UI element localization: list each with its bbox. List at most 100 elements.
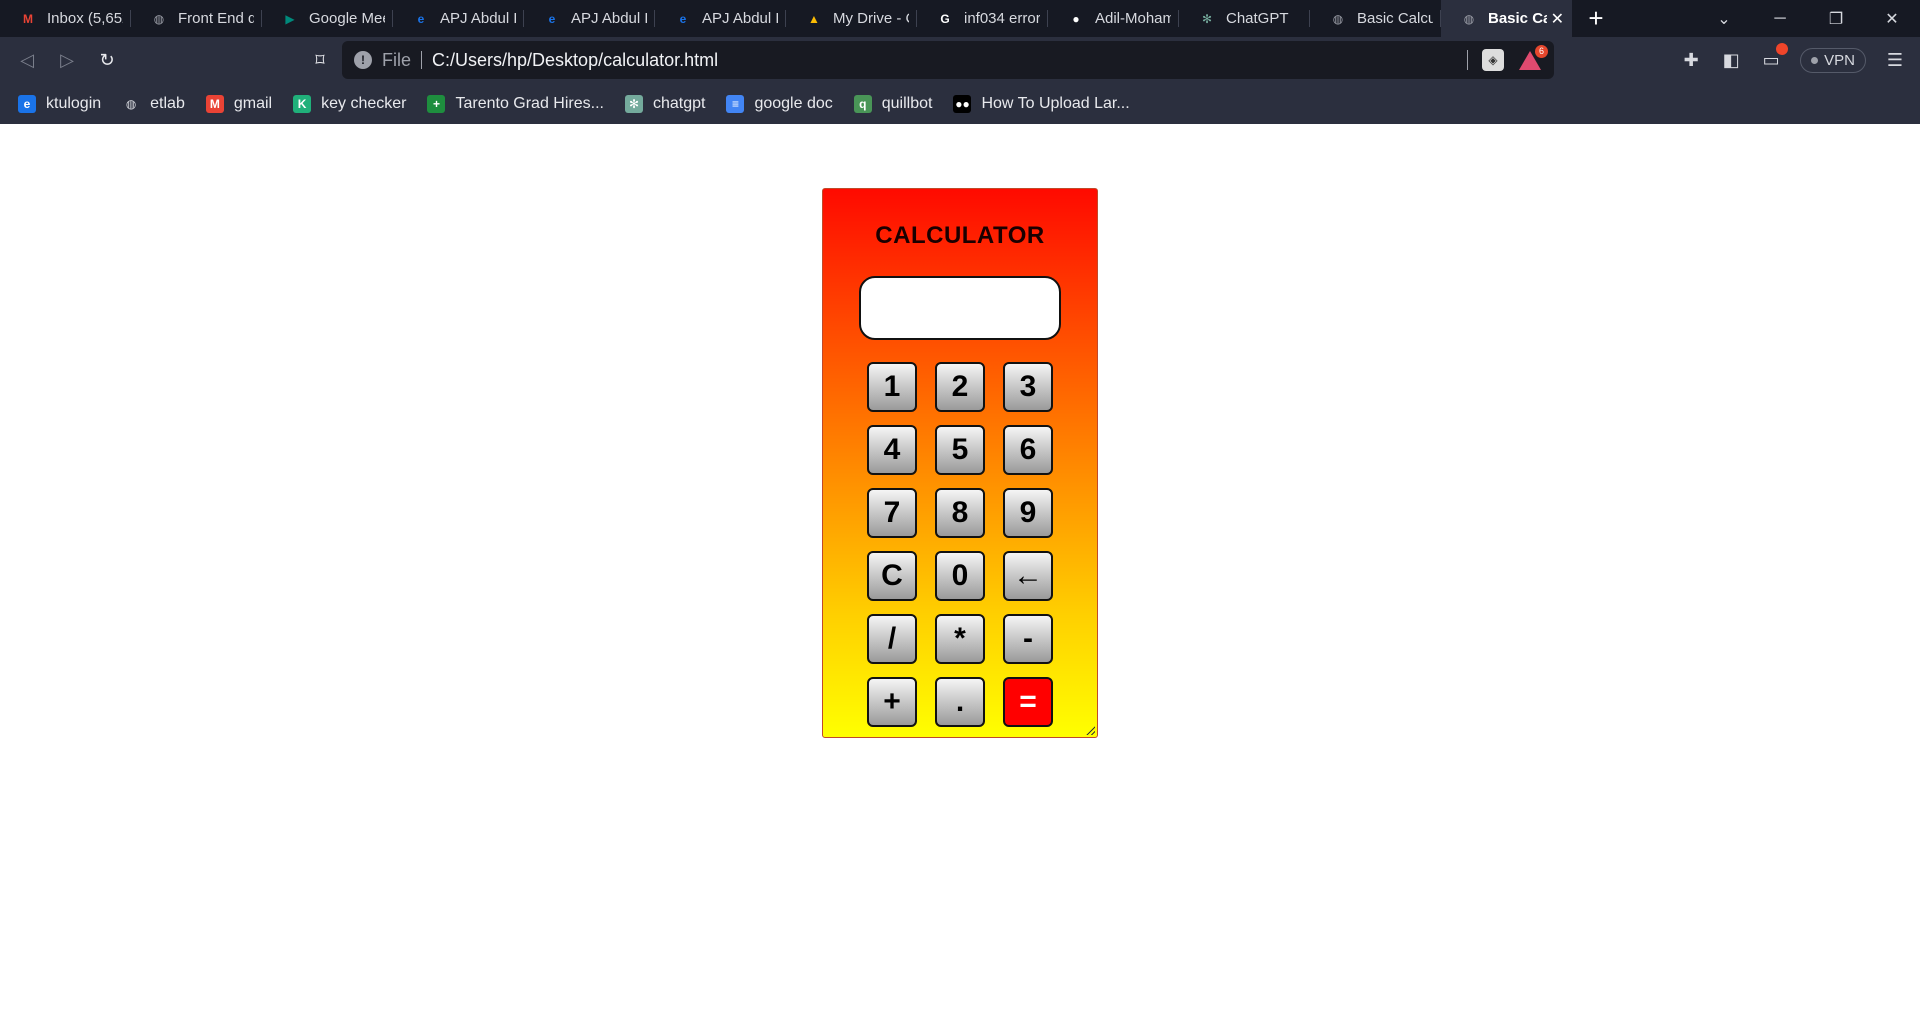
key-digit-3-button[interactable]: 3 xyxy=(1003,362,1053,412)
tabs-container: M Inbox (5,652 ◍ Front End de ▶ Google Mee e AP… xyxy=(0,0,1572,37)
brave-shields-icon[interactable]: ◈ xyxy=(1482,49,1504,71)
tab[interactable]: Ginf034 error xyxy=(917,0,1048,37)
key-digit-8-button[interactable]: 8 xyxy=(935,488,985,538)
new-tab-button[interactable]: + xyxy=(1572,0,1620,37)
tab[interactable]: ✻ ChatGPT xyxy=(1179,0,1310,37)
ktu-icon: e xyxy=(18,94,36,113)
key-equals-button[interactable]: = xyxy=(1003,677,1053,727)
resize-handle-icon[interactable] xyxy=(1086,726,1095,735)
tab[interactable]: ▲ My Drive - C xyxy=(786,0,917,37)
tab[interactable]: ▶ Google Mee xyxy=(262,0,393,37)
chatgpt-icon: ✻ xyxy=(624,94,643,113)
key-clear-button[interactable]: C xyxy=(867,551,917,601)
bookmark-item[interactable]: e ktulogin xyxy=(18,94,102,113)
bookmark-label: ktulogin xyxy=(46,94,102,112)
chatgpt-icon: ✻ xyxy=(1201,11,1213,26)
tab-title: Basic Calcula xyxy=(1357,10,1433,27)
forward-button[interactable]: ▷ xyxy=(47,40,87,80)
bookmark-label: quillbot xyxy=(881,94,933,112)
tab-title: My Drive - C xyxy=(833,10,909,27)
bookmark-item[interactable]: ≡ google doc xyxy=(726,94,833,113)
key-digit-1-button[interactable]: 1 xyxy=(867,362,917,412)
window-controls: ⌄ ─ ❐ ✕ xyxy=(1696,0,1920,37)
bookmark-item[interactable]: q quillbot xyxy=(853,94,933,113)
tab-title: APJ Abdul K xyxy=(702,10,778,27)
key-backspace-button[interactable]: ← xyxy=(1003,551,1053,601)
tab-search-chevron-icon[interactable]: ⌄ xyxy=(1696,0,1752,37)
tab[interactable]: e APJ Abdul K xyxy=(393,0,524,37)
wallet-icon[interactable]: ▭ xyxy=(1760,43,1789,71)
calculator-display[interactable] xyxy=(859,276,1061,340)
tab[interactable]: M Inbox (5,652 xyxy=(0,0,131,37)
bookmark-item[interactable]: Kkey checker xyxy=(293,94,407,113)
bookmark-label: Tarento Grad Hires... xyxy=(455,94,604,112)
menu-hamburger-icon[interactable]: ☰ xyxy=(1884,49,1906,71)
bookmark-item[interactable]: ✻ chatgpt xyxy=(624,94,705,113)
brave-rewards-icon[interactable]: 6 xyxy=(1518,45,1548,71)
tab-title: inf034 error xyxy=(964,10,1040,27)
minimize-button[interactable]: ─ xyxy=(1752,0,1808,37)
github-icon: ● xyxy=(1072,11,1080,26)
vpn-label: VPN xyxy=(1824,51,1855,69)
tab-title: APJ Abdul K xyxy=(440,10,516,27)
key-digit-2-button[interactable]: 2 xyxy=(935,362,985,412)
medium-icon: ●● xyxy=(953,94,972,113)
tab[interactable]: e APJ Abdul K xyxy=(524,0,655,37)
key-divide-button[interactable]: / xyxy=(867,614,917,664)
tab[interactable]: e APJ Abdul K xyxy=(655,0,786,37)
wallet-notification-dot xyxy=(1776,43,1789,55)
key-digit-7-button[interactable]: 7 xyxy=(867,488,917,538)
key-digit-5-button[interactable]: 5 xyxy=(935,425,985,475)
tab-title: ChatGPT xyxy=(1226,10,1289,27)
key-digit-0-button[interactable]: 0 xyxy=(935,551,985,601)
key-minus-button[interactable]: - xyxy=(1003,614,1053,664)
bookmark-label: google doc xyxy=(754,94,833,112)
bookmark-page-icon[interactable]: ⌑ xyxy=(300,40,340,80)
bookmark-label: etlab xyxy=(150,94,185,112)
tab-active[interactable]: ◍ Basic Cal✕ xyxy=(1441,0,1572,37)
google-meet-icon: ▶ xyxy=(285,11,295,26)
back-button[interactable]: ◁ xyxy=(7,40,47,80)
url-text[interactable]: C:/Users/hp/Desktop/calculator.html xyxy=(432,50,718,71)
tab-title: Front End de xyxy=(178,10,254,27)
vpn-button[interactable]: VPN xyxy=(1800,47,1866,73)
bookmark-label: How To Upload Lar... xyxy=(981,94,1130,112)
page-viewport: CALCULATOR 1 2 3 4 5 6 7 8 9 C 0 ← / * - +. = xyxy=(0,124,1920,1020)
bookmark-item[interactable]: + Tarento Grad Hires... xyxy=(427,94,604,113)
tab-strip: M Inbox (5,652 ◍ Front End de ▶ Google Mee e AP… xyxy=(0,0,1920,37)
calculator-title: CALCULATOR xyxy=(875,222,1045,249)
site-info-icon[interactable]: ! xyxy=(354,51,372,69)
url-separator xyxy=(421,51,423,69)
ktu-icon: e xyxy=(548,11,556,26)
bookmark-label: key checker xyxy=(321,94,407,112)
address-bar[interactable]: ! File C:/Users/hp/Desktop/calculator.ht… xyxy=(342,41,1554,79)
bookmark-item[interactable]: Mgmail xyxy=(205,94,272,113)
divider xyxy=(1467,50,1468,70)
tab[interactable]: ◍ Basic Calcula xyxy=(1310,0,1441,37)
extensions-puzzle-icon[interactable]: ✚ xyxy=(1680,49,1702,71)
reload-button[interactable]: ↻ xyxy=(87,40,127,80)
key-plus-button[interactable]: + xyxy=(867,677,917,727)
key-digit-9-button[interactable]: 9 xyxy=(1003,488,1053,538)
restore-button[interactable]: ❐ xyxy=(1808,0,1864,37)
close-window-button[interactable]: ✕ xyxy=(1864,0,1920,37)
key-digit-4-button[interactable]: 4 xyxy=(867,425,917,475)
bookmark-item[interactable]: ●● How To Upload Lar... xyxy=(953,94,1130,113)
google-docs-icon: ≡ xyxy=(726,94,745,113)
tab-title: Google Mee xyxy=(309,10,385,27)
tab[interactable]: ◍ Front End de xyxy=(131,0,262,37)
browser-toolbar: ◁ ▷ ↻ ⌑ ! File C:/Users/hp/Desktop/calcu… xyxy=(0,37,1920,83)
bookmark-item[interactable]: ◍ etlab xyxy=(122,95,185,113)
key-digit-6-button[interactable]: 6 xyxy=(1003,425,1053,475)
globe-icon: ◍ xyxy=(1332,11,1344,26)
key-checker-icon: K xyxy=(293,94,312,113)
sidebar-toggle-icon[interactable]: ◧ xyxy=(1720,49,1742,71)
ktu-icon: e xyxy=(679,11,687,26)
key-decimal-button[interactable]: . xyxy=(935,677,985,727)
ktu-icon: e xyxy=(417,11,425,26)
key-multiply-button[interactable]: * xyxy=(935,614,985,664)
tab[interactable]: ● Adil-Moham xyxy=(1048,0,1179,37)
toolbar-right-group: ✚ ◧ ▭ VPN ☰ xyxy=(1680,37,1906,83)
tab-title: APJ Abdul K xyxy=(571,10,647,27)
close-tab-icon[interactable]: ✕ xyxy=(1551,9,1564,29)
